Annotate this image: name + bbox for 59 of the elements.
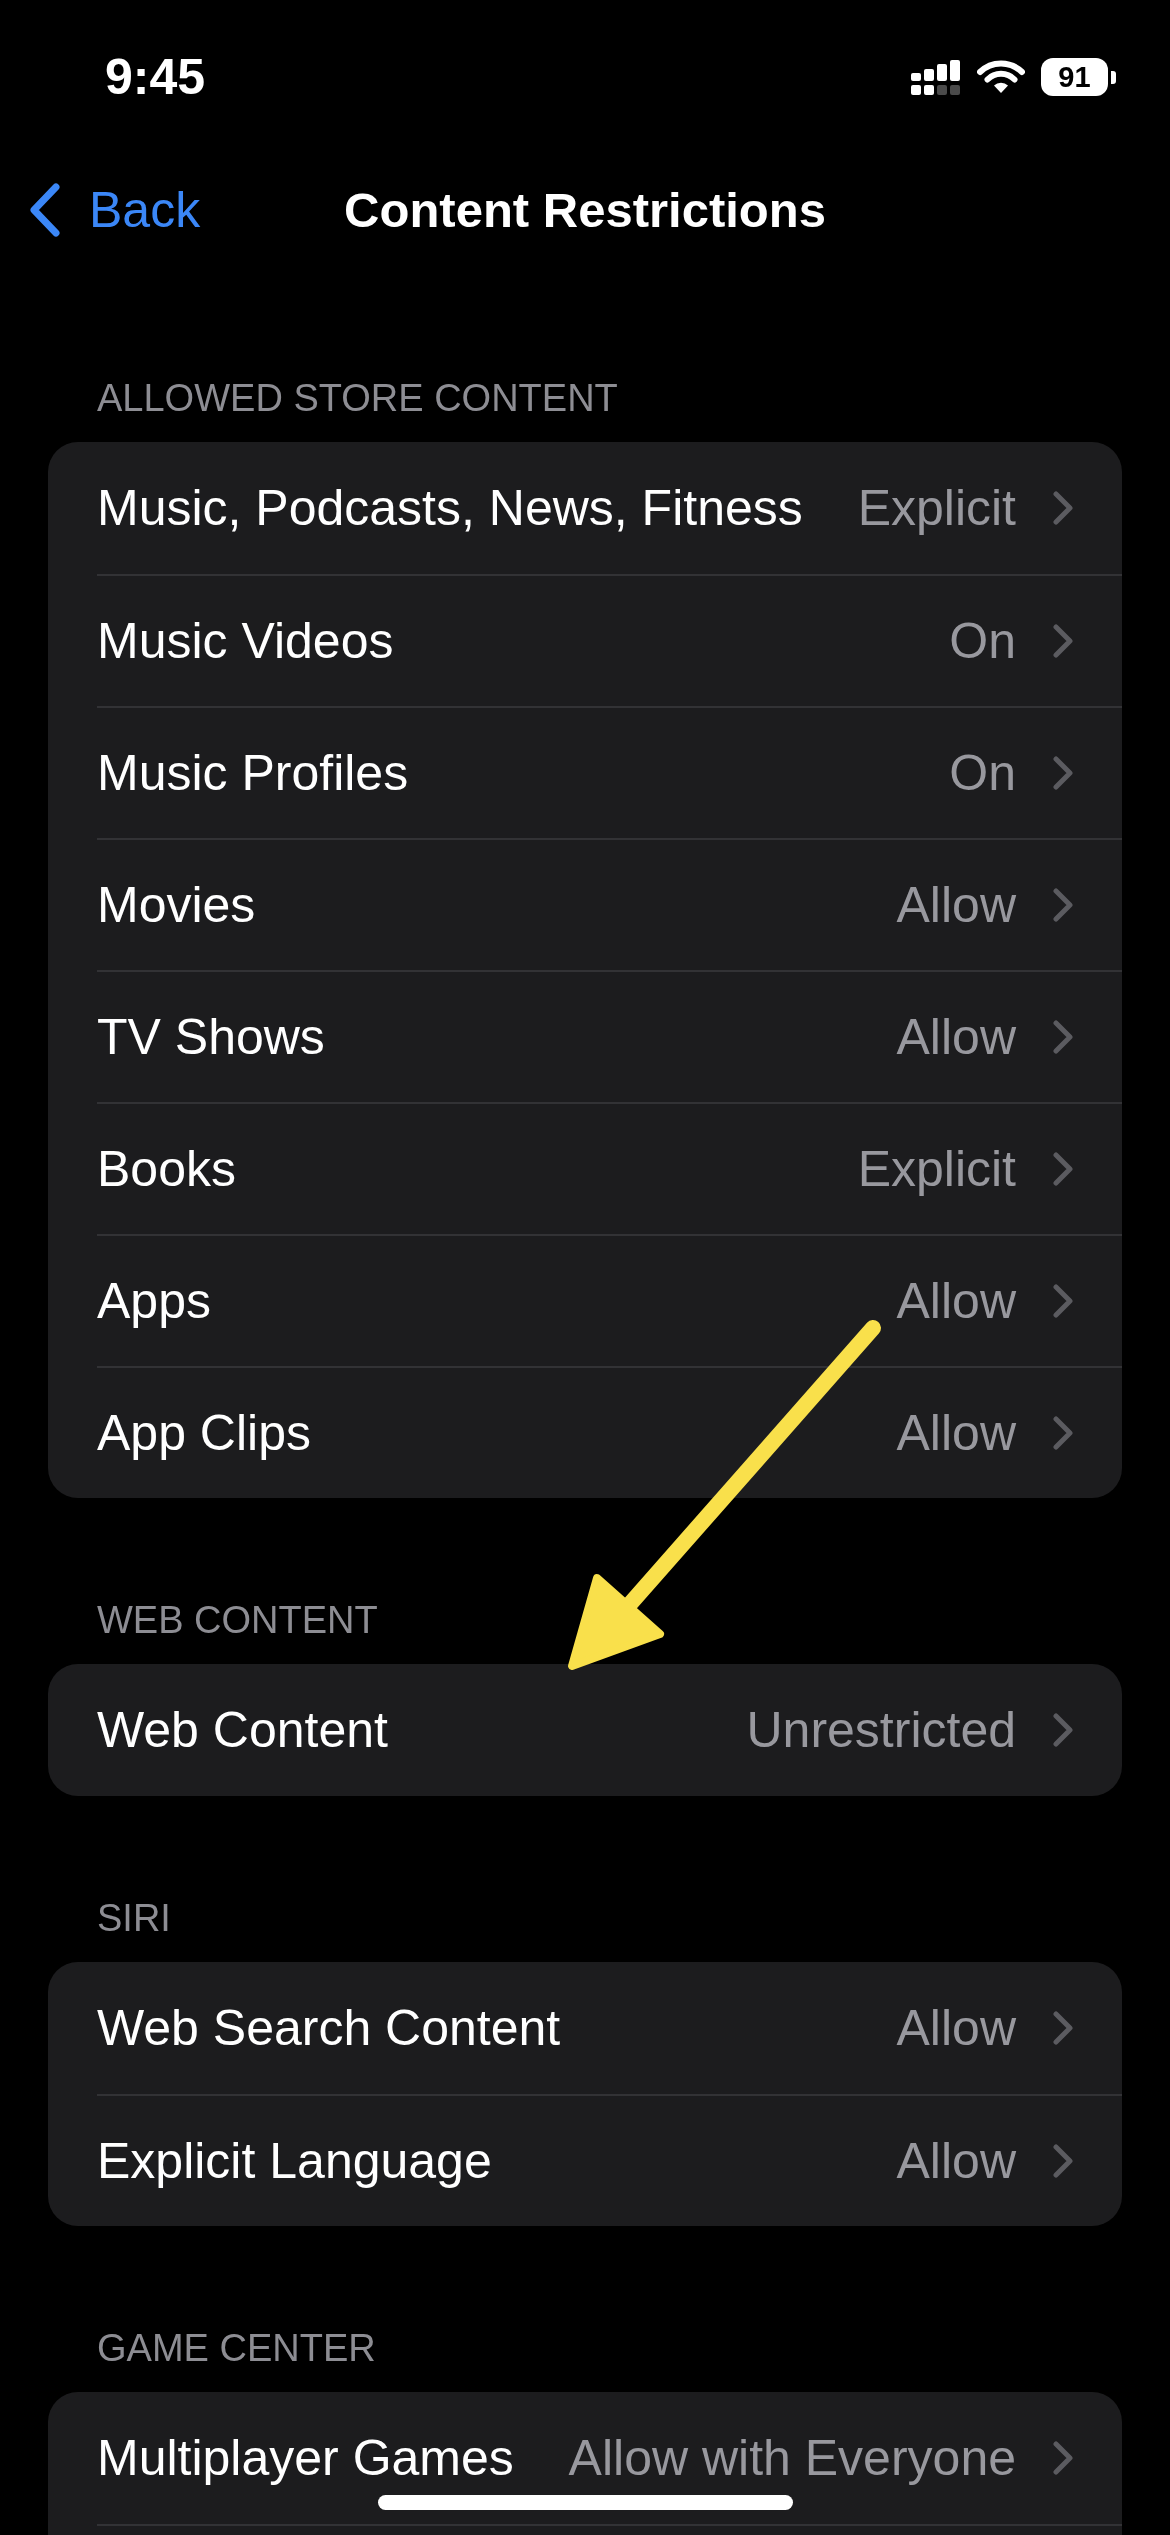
section-header: WEB CONTENT: [96, 1598, 379, 1642]
row-label: Web Search Content: [97, 2003, 561, 2053]
settings-row[interactable]: Web Content Unrestricted: [48, 1664, 1122, 1796]
chevron-icon: [1053, 2441, 1073, 2475]
settings-row[interactable]: Explicit Language Allow: [48, 2094, 1122, 2226]
chevron-icon: [1053, 491, 1073, 525]
section-header: ALLOWED STORE CONTENT: [96, 376, 619, 420]
row-value: Allow with Everyone: [568, 2433, 1016, 2483]
row-label: Movies: [97, 880, 256, 930]
settings-row[interactable]: Movies Allow: [48, 838, 1122, 970]
chevron-icon: [1053, 888, 1073, 922]
settings-row[interactable]: Books Explicit: [48, 1102, 1122, 1234]
row-label: App Clips: [97, 1408, 311, 1458]
row-value: Allow: [896, 2003, 1016, 2053]
row-label: Explicit Language: [97, 2136, 492, 2186]
row-label: Web Content: [97, 1705, 388, 1755]
section-header: SIRI: [96, 1896, 172, 1940]
row-value: Unrestricted: [746, 1705, 1016, 1755]
settings-row[interactable]: App Clips Allow: [48, 1366, 1122, 1498]
chevron-icon: [1053, 1416, 1073, 1450]
row-label: Music Profiles: [97, 748, 409, 798]
row-value: Allow: [896, 2136, 1016, 2186]
row-value: Explicit: [857, 483, 1016, 533]
signal-icon: [911, 59, 961, 95]
row-label: Books: [97, 1144, 236, 1194]
row-value: On: [949, 616, 1016, 666]
row-value: Allow: [896, 1276, 1016, 1326]
settings-row[interactable]: Music Profiles On: [48, 706, 1122, 838]
row-label: Music, Podcasts, News, Fitness: [97, 483, 803, 533]
back-chevron-icon: [29, 183, 61, 237]
chevron-icon: [1053, 624, 1073, 658]
settings-row[interactable]: Multiplayer Games Allow with Everyone: [48, 2392, 1122, 2524]
row-label: Multiplayer Games: [97, 2433, 514, 2483]
back-button[interactable]: Back: [29, 183, 201, 237]
row-value: Allow: [896, 880, 1016, 930]
chevron-icon: [1053, 756, 1073, 790]
row-label: TV Shows: [97, 1012, 325, 1062]
settings-row[interactable]: Music, Podcasts, News, Fitness Explicit: [48, 442, 1122, 574]
chevron-icon: [1053, 1152, 1073, 1186]
status-time: 9:45: [105, 52, 206, 102]
chevron-icon: [1053, 2144, 1073, 2178]
row-value: Allow: [896, 1408, 1016, 1458]
row-label: Apps: [97, 1276, 211, 1326]
chevron-icon: [1053, 2011, 1073, 2045]
settings-row[interactable]: TV Shows Allow: [48, 970, 1122, 1102]
row-label: Music Videos: [97, 616, 394, 666]
settings-row[interactable]: Apps Allow: [48, 1234, 1122, 1366]
wifi-icon: [977, 60, 1025, 94]
chevron-icon: [1053, 1713, 1073, 1747]
chevron-icon: [1053, 1284, 1073, 1318]
row-value: On: [949, 748, 1016, 798]
section-header: GAME CENTER: [96, 2326, 377, 2370]
chevron-icon: [1053, 1020, 1073, 1054]
page-title: Content Restrictions: [344, 185, 826, 235]
row-value: Allow: [896, 1012, 1016, 1062]
settings-row[interactable]: Web Search Content Allow: [48, 1962, 1122, 2094]
row-value: Explicit: [857, 1144, 1016, 1194]
settings-row[interactable]: Music Videos On: [48, 574, 1122, 706]
battery-indicator: 91: [1041, 58, 1116, 96]
